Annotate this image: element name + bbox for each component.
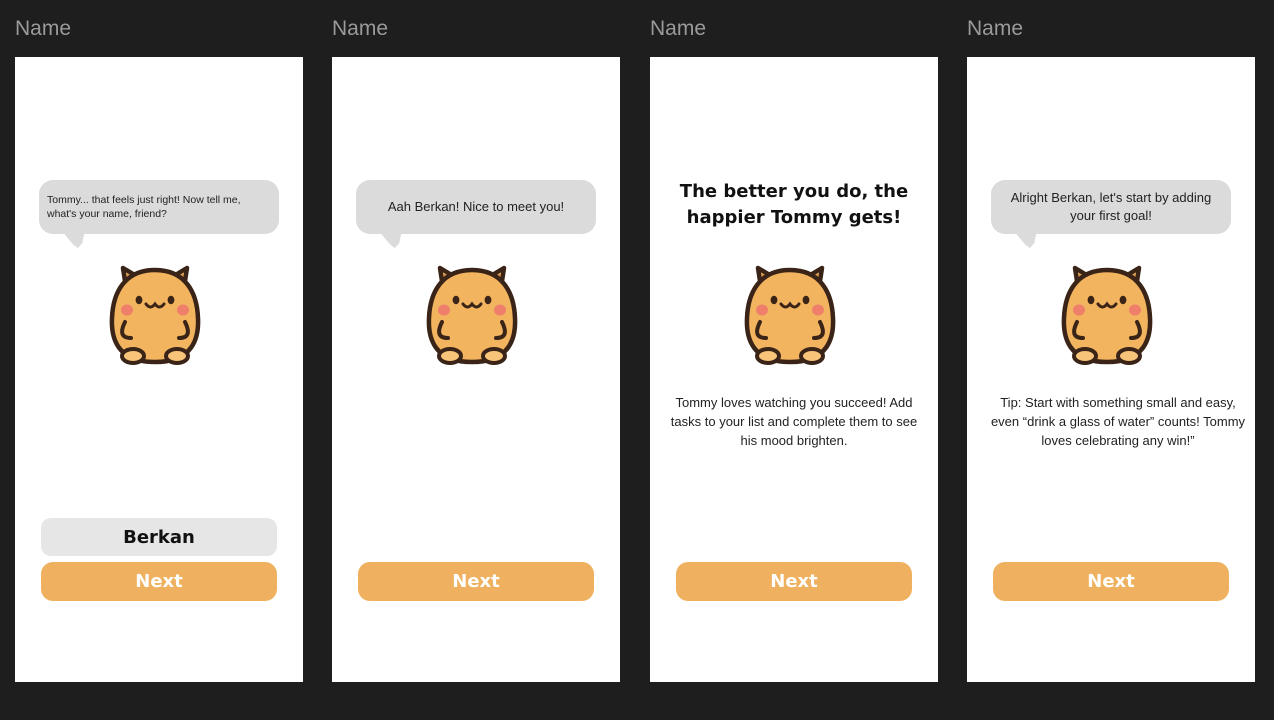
speech-bubble-text: Aah Berkan! Nice to meet you! (387, 199, 565, 215)
speech-bubble: Alright Berkan, let's start by adding yo… (991, 180, 1231, 248)
speech-bubble-tail (61, 230, 85, 248)
tip-text: Tip: Start with something small and easy… (990, 395, 1246, 448)
hamster-mascot-icon (420, 260, 524, 368)
frame-title-4: Name (967, 17, 1024, 40)
headline-line-1: The better you do, the (679, 181, 909, 202)
next-button[interactable]: Next (358, 562, 594, 601)
frame-title-3: Name (650, 17, 707, 40)
hamster-mascot-icon (103, 260, 207, 368)
speech-bubble-tail (1013, 230, 1037, 248)
frame-title-2: Name (332, 17, 389, 40)
name-input[interactable] (41, 518, 277, 556)
onboarding-screen-1: Tommy... that feels just right! Now tell… (15, 57, 303, 682)
next-button[interactable]: Next (993, 562, 1229, 601)
page-headline: The better you do, the happier Tommy get… (650, 179, 938, 231)
speech-bubble-tail (378, 230, 402, 248)
speech-bubble: Tommy... that feels just right! Now tell… (39, 180, 279, 248)
headline-line-2: happier Tommy gets! (686, 207, 902, 228)
onboarding-screen-2: Aah Berkan! Nice to meet you! Next (332, 57, 620, 682)
speech-bubble: Aah Berkan! Nice to meet you! (356, 180, 596, 248)
description-text: Tommy loves watching you succeed! Add ta… (670, 395, 918, 448)
next-button[interactable]: Next (41, 562, 277, 601)
hamster-mascot-icon (1055, 260, 1159, 368)
speech-bubble-text: Alright Berkan, let's start by adding yo… (1010, 190, 1212, 223)
speech-bubble-text: Tommy... that feels just right! Now tell… (47, 193, 241, 220)
frame-title-1: Name (15, 17, 72, 40)
hamster-mascot-icon (738, 260, 842, 368)
next-button[interactable]: Next (676, 562, 912, 601)
onboarding-screen-4: Alright Berkan, let's start by adding yo… (967, 57, 1255, 682)
onboarding-screen-3: The better you do, the happier Tommy get… (650, 57, 938, 682)
